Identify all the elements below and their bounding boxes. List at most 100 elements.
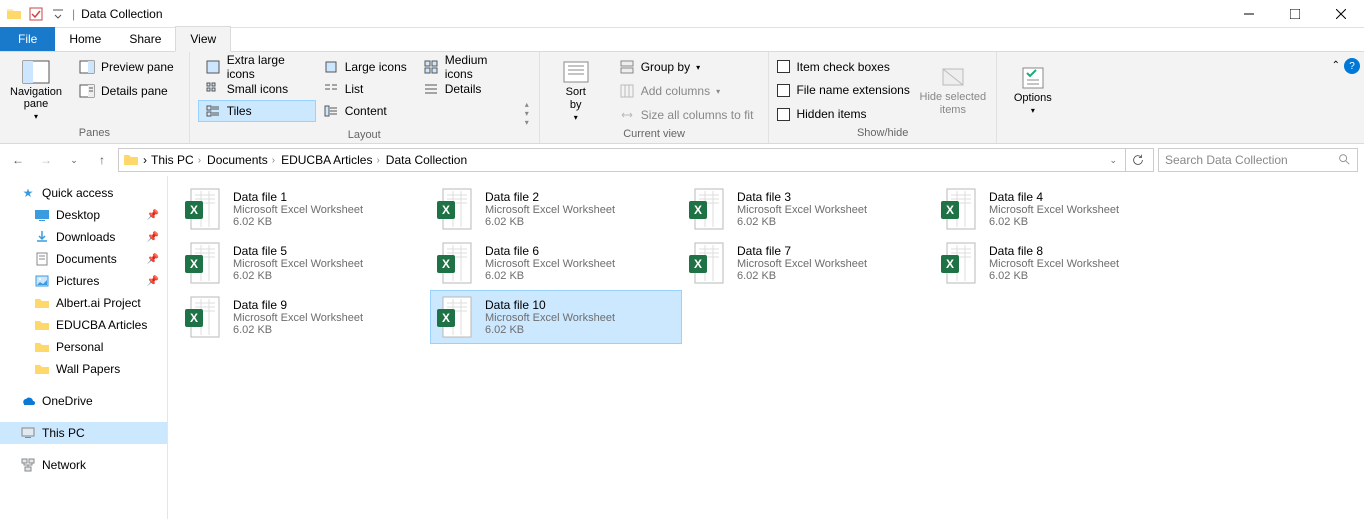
size-columns-label: Size all columns to fit — [641, 108, 754, 122]
chevron-right-icon[interactable]: › — [143, 153, 147, 167]
sidebar-folder-albert[interactable]: Albert.ai Project — [0, 292, 167, 314]
layout-large-label: Large icons — [345, 60, 407, 74]
address-bar: ← → ⌄ ↑ › This PC› Documents› EDUCBA Art… — [0, 144, 1364, 176]
svg-text:X: X — [442, 311, 450, 325]
search-input[interactable]: Search Data Collection — [1158, 148, 1358, 172]
tab-file[interactable]: File — [0, 27, 55, 51]
sidebar-network[interactable]: Network — [0, 454, 167, 476]
sidebar-folder-educba[interactable]: EDUCBA Articles — [0, 314, 167, 336]
preview-pane-button[interactable]: Preview pane — [72, 56, 181, 78]
file-tile[interactable]: X Data file 8 Microsoft Excel Worksheet … — [934, 236, 1186, 290]
close-button[interactable] — [1318, 0, 1364, 28]
navigation-pane-label: Navigation pane — [10, 86, 62, 110]
layout-scroll-up-icon[interactable]: ▴ — [525, 100, 529, 109]
breadcrumb-box[interactable]: › This PC› Documents› EDUCBA Articles› D… — [118, 148, 1154, 172]
svg-text:X: X — [694, 257, 702, 271]
navigation-pane-button[interactable]: Navigation pane ▾ — [8, 56, 64, 125]
breadcrumb-segment[interactable]: Documents› — [207, 153, 277, 167]
file-tile[interactable]: X Data file 5 Microsoft Excel Worksheet … — [178, 236, 430, 290]
layout-extra-large-button[interactable]: Extra large icons — [198, 56, 316, 78]
qat-properties-icon[interactable] — [28, 6, 44, 22]
breadcrumb-segment[interactable]: EDUCBA Articles› — [281, 153, 382, 167]
forward-button[interactable]: → — [34, 148, 58, 172]
maximize-button[interactable] — [1272, 0, 1318, 28]
qat-dropdown-icon[interactable] — [50, 6, 66, 22]
breadcrumb-segment[interactable]: Data Collection — [386, 153, 467, 167]
file-grid[interactable]: X Data file 1 Microsoft Excel Worksheet … — [168, 176, 1364, 519]
window-title: Data Collection — [81, 7, 162, 21]
ribbon-collapse-icon[interactable]: ⌃ — [1332, 60, 1340, 71]
sidebar-this-pc[interactable]: This PC — [0, 422, 167, 444]
breadcrumb-segment[interactable]: This PC› — [151, 153, 203, 167]
file-tile[interactable]: X Data file 9 Microsoft Excel Worksheet … — [178, 290, 430, 344]
star-icon: ★ — [20, 185, 36, 201]
layout-scroll-down-icon[interactable]: ▾ — [525, 109, 529, 118]
recent-dropdown[interactable]: ⌄ — [62, 148, 86, 172]
chevron-right-icon[interactable]: › — [376, 155, 379, 166]
sidebar-item-label: EDUCBA Articles — [56, 318, 147, 332]
pin-icon: 📌 — [147, 276, 159, 287]
file-name: Data file 10 — [485, 298, 615, 312]
layout-tiles-button[interactable]: Tiles — [198, 100, 316, 122]
tab-view[interactable]: View — [175, 26, 231, 52]
file-tile[interactable]: X Data file 6 Microsoft Excel Worksheet … — [430, 236, 682, 290]
layout-large-button[interactable]: Large icons — [316, 56, 416, 78]
chevron-right-icon[interactable]: › — [198, 155, 201, 166]
svg-text:X: X — [190, 311, 198, 325]
sidebar-item-label: Desktop — [56, 208, 100, 222]
chevron-down-icon: ▾ — [574, 113, 578, 122]
refresh-button[interactable] — [1125, 148, 1149, 172]
item-checkboxes-checkbox[interactable]: Item check boxes — [777, 57, 909, 77]
options-button[interactable]: Options ▾ — [1005, 56, 1061, 125]
sidebar-documents[interactable]: Documents📌 — [0, 248, 167, 270]
titlebar-separator: | — [72, 7, 75, 21]
help-icon[interactable]: ? — [1344, 58, 1360, 74]
sidebar-pictures[interactable]: Pictures 📌 — [0, 270, 167, 292]
tab-share[interactable]: Share — [115, 27, 175, 51]
layout-tiles-label: Tiles — [227, 104, 252, 118]
layout-medium-button[interactable]: Medium icons — [416, 56, 526, 78]
back-button[interactable]: ← — [6, 148, 30, 172]
details-pane-button[interactable]: Details pane — [72, 80, 181, 102]
minimize-button[interactable] — [1226, 0, 1272, 28]
group-by-button[interactable]: Group by ▾ — [612, 56, 761, 78]
file-tile[interactable]: X Data file 1 Microsoft Excel Worksheet … — [178, 182, 430, 236]
layout-list-button[interactable]: List — [316, 78, 416, 100]
sidebar-item-label: OneDrive — [42, 394, 93, 408]
sidebar-desktop[interactable]: Desktop📌 — [0, 204, 167, 226]
sidebar-onedrive[interactable]: OneDrive — [0, 390, 167, 412]
layout-content-button[interactable]: Content — [316, 100, 416, 122]
file-tile[interactable]: X Data file 4 Microsoft Excel Worksheet … — [934, 182, 1186, 236]
up-button[interactable]: ↑ — [90, 148, 114, 172]
file-tile[interactable]: X Data file 3 Microsoft Excel Worksheet … — [682, 182, 934, 236]
sidebar-folder-personal[interactable]: Personal — [0, 336, 167, 358]
file-tile[interactable]: X Data file 7 Microsoft Excel Worksheet … — [682, 236, 934, 290]
add-columns-label: Add columns — [641, 84, 710, 98]
layout-expand-icon[interactable]: ▾ — [525, 118, 529, 127]
address-dropdown-icon[interactable]: ⌄ — [1109, 155, 1117, 166]
file-tile[interactable]: X Data file 2 Microsoft Excel Worksheet … — [430, 182, 682, 236]
add-columns-button[interactable]: Add columns ▾ — [612, 80, 761, 102]
sidebar-folder-wallpapers[interactable]: Wall Papers — [0, 358, 167, 380]
file-tile[interactable]: X Data file 10 Microsoft Excel Worksheet… — [430, 290, 682, 344]
sidebar-item-label: Pictures — [56, 274, 99, 288]
excel-file-icon: X — [183, 241, 223, 285]
tiles-icon — [205, 103, 221, 119]
sort-by-button[interactable]: Sort by ▾ — [548, 56, 604, 126]
tab-home[interactable]: Home — [55, 27, 115, 51]
sidebar-quick-access[interactable]: ★Quick access — [0, 182, 167, 204]
chevron-right-icon[interactable]: › — [272, 155, 275, 166]
excel-file-icon: X — [435, 187, 475, 231]
hide-selected-button[interactable]: Hide selected items — [918, 56, 988, 125]
file-name: Data file 9 — [233, 298, 363, 312]
layout-details-button[interactable]: Details — [416, 78, 526, 100]
layout-small-button[interactable]: Small icons — [198, 78, 316, 100]
pc-icon — [20, 425, 36, 441]
file-type: Microsoft Excel Worksheet — [233, 258, 363, 270]
file-name: Data file 3 — [737, 190, 867, 204]
size-columns-button[interactable]: Size all columns to fit — [612, 104, 761, 126]
file-type: Microsoft Excel Worksheet — [989, 258, 1119, 270]
file-extensions-checkbox[interactable]: File name extensions — [777, 80, 909, 100]
sidebar-downloads[interactable]: Downloads📌 — [0, 226, 167, 248]
hidden-items-checkbox[interactable]: Hidden items — [777, 104, 909, 124]
